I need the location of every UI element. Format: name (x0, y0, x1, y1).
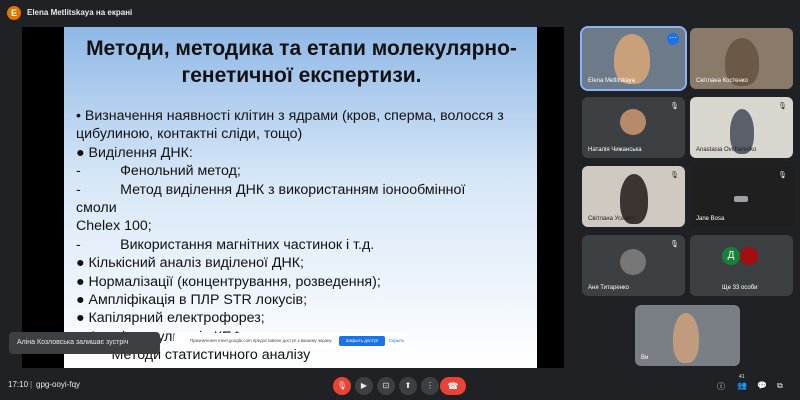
presenter-label: Elena Metlitskaya на екрані (27, 8, 133, 17)
more-participants-tile[interactable]: Д Ще 33 особи (690, 235, 793, 296)
hide-notice-button[interactable]: Скрыть (389, 336, 404, 346)
share-notice-text: Призначення meet.google.com предоставлен… (190, 338, 333, 343)
participant-count: 41 (739, 374, 745, 380)
slide-line: - Фенольний метод; (76, 163, 241, 180)
activities-icon[interactable]: ⧉ (777, 381, 783, 391)
participant-name: Anastasia Ovcharenko (696, 147, 757, 153)
slide-line: - Метод виділення ДНК з використанням іо… (76, 181, 466, 198)
mic-off-icon[interactable]: 🎙 (333, 377, 351, 395)
top-bar: E Elena Metlitskaya на екрані (0, 0, 800, 26)
screen-share-view: Методи, методика та етапи молекулярно- г… (22, 27, 564, 368)
presenter-avatar: E (7, 6, 21, 20)
people-icon[interactable]: 👥 (737, 381, 747, 390)
slide-line: ● Капілярний електрофорез; (76, 310, 265, 327)
slide-title-line: генетичної експертизи. (181, 64, 422, 87)
clock: 17:10 (8, 380, 29, 389)
self-view-tile[interactable]: Ви (635, 305, 740, 366)
participant-tile[interactable]: Світлана Костенко (690, 28, 793, 89)
meeting-code: gpg-ooyi-fqy (36, 380, 81, 389)
leave-notification: Аліна Козловська залишає зустріч (9, 332, 160, 354)
slide-line: ● Нормалізації (концентрування, розведен… (76, 273, 381, 290)
chat-icon[interactable]: 💬 (757, 381, 767, 390)
participant-tile[interactable]: 🎙 Аня Титаренко (582, 235, 685, 296)
participant-name: Ви (641, 355, 649, 361)
mic-off-icon: 🎙 (670, 103, 679, 110)
participant-video (673, 313, 699, 363)
participant-name: Світлана Усенко (588, 216, 634, 222)
mic-off-icon: 🎙 (778, 172, 787, 179)
info-icon[interactable]: ⓘ (717, 381, 725, 392)
participant-video (734, 196, 748, 202)
stop-sharing-button[interactable]: Закрыть доступ (339, 336, 385, 346)
participant-video (614, 34, 650, 84)
mic-off-icon: 🎙 (778, 103, 787, 110)
captions-icon[interactable]: ⊡ (377, 377, 395, 395)
mic-off-icon: 🎙 (670, 241, 679, 248)
slide-line: Chelex 100; (76, 218, 152, 235)
participant-name: Elena Metlitskaya (588, 78, 636, 84)
bottom-bar: 17:10 | gpg-ooyi-fqy 🎙 ▶ ⊡ ⬆ ⋮ ☎ ⓘ 41 👥 … (0, 372, 800, 400)
more-options-icon[interactable]: ⋯ (667, 33, 679, 45)
slide: Методи, методика та етапи молекулярно- г… (64, 27, 537, 368)
participant-avatar (620, 109, 646, 135)
slide-line: цибулиною, контактні сліди, тощо) (76, 126, 303, 143)
slide-line: ● Виділення ДНК: (76, 144, 193, 161)
more-participants-label: Ще 33 особи (722, 285, 758, 291)
slide-body: • Визначення наявності клітин з ядрами (… (76, 107, 536, 365)
participant-tile[interactable]: 🎙 Jane Bosa (690, 166, 793, 227)
participant-name: Аня Титаренко (588, 285, 630, 291)
slide-title: Методи, методика та етапи молекулярно- г… (74, 35, 529, 89)
participant-name: Наталія Чижанська (588, 147, 642, 153)
participant-tile[interactable]: 🎙 Світлана Усенко (582, 166, 685, 227)
slide-line: смоли (76, 200, 117, 217)
slide-line: ● Кількісний аналіз виділеної ДНК; (76, 255, 304, 272)
slide-line: ● Ампліфікація в ПЛР STR локусів; (76, 292, 308, 309)
slide-title-line: Методи, методика та етапи молекулярно- (86, 37, 517, 60)
participant-name: Світлана Костенко (696, 78, 748, 84)
present-icon[interactable]: ⬆ (399, 377, 417, 395)
videocam-icon[interactable]: ▶ (355, 377, 373, 395)
separator: | (30, 380, 33, 389)
mic-off-icon: 🎙 (670, 172, 679, 179)
participant-avatar: Д (722, 247, 740, 265)
more-vert-icon[interactable]: ⋮ (421, 377, 439, 395)
participant-name: Jane Bosa (696, 216, 725, 222)
share-notice-bar: Призначення meet.google.com предоставлен… (174, 333, 407, 349)
participant-tile[interactable]: 🎙 Anastasia Ovcharenko (690, 97, 793, 158)
slide-line: - Використання магнітних частинок і т.д. (76, 236, 375, 253)
call-end-icon[interactable]: ☎ (440, 377, 466, 395)
participant-tile[interactable]: 🎙 Наталія Чижанська (582, 97, 685, 158)
slide-line: • Визначення наявності клітин з ядрами (… (76, 108, 504, 124)
participant-tile[interactable]: ⋯ Elena Metlitskaya (580, 26, 687, 91)
participant-avatar (740, 247, 758, 265)
participant-avatar (620, 249, 646, 275)
